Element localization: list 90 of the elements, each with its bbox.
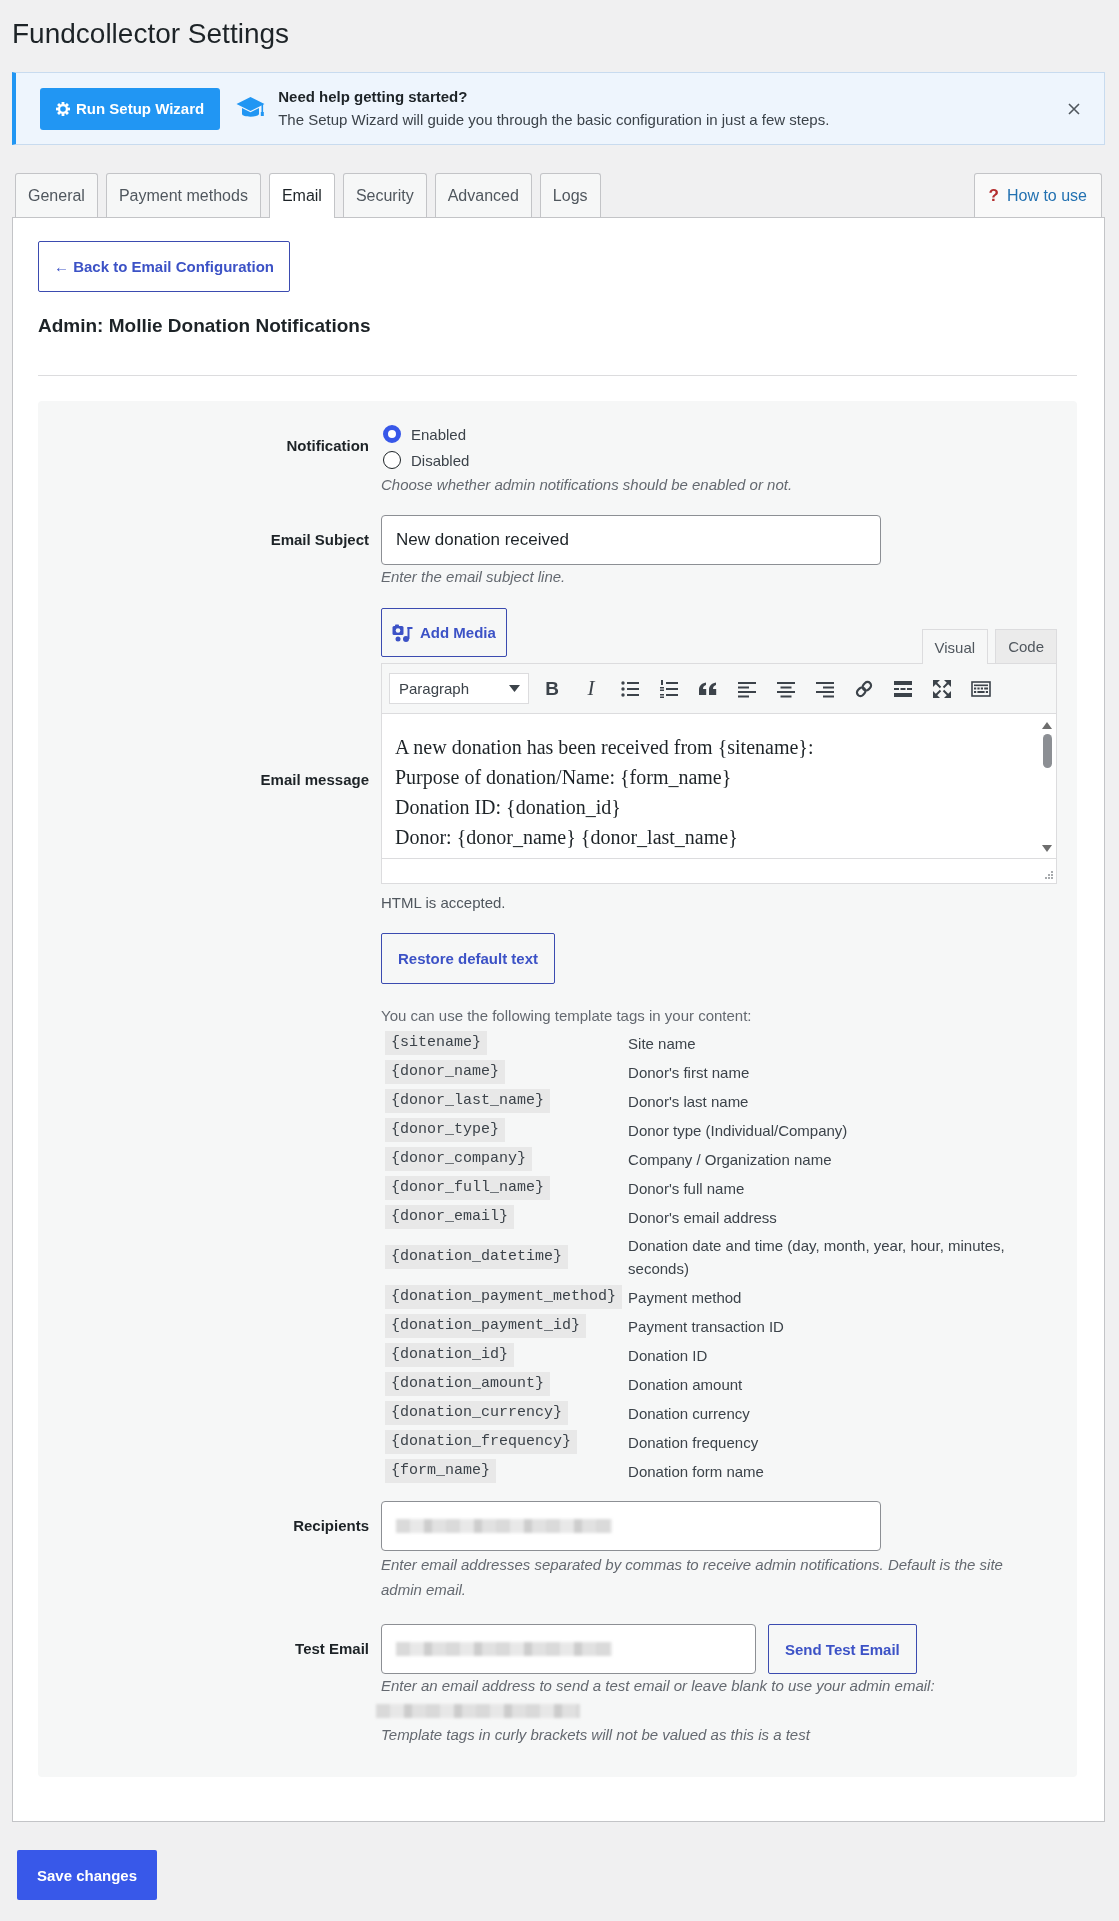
template-tag: {donation_datetime}: [385, 1245, 569, 1269]
tag-description: Donation currency: [628, 1403, 751, 1424]
banner-heading: Need help getting started?: [278, 87, 469, 107]
tag-description: Donor's first name: [628, 1062, 751, 1083]
scrollbar-thumb[interactable]: [1042, 734, 1052, 768]
tag-description: Donation form name: [628, 1461, 765, 1482]
tag-description: Donation amount: [628, 1374, 744, 1395]
test-email-field[interactable]: [381, 1624, 756, 1674]
tag-description: Donor's email address: [628, 1207, 778, 1228]
html-note: HTML is accepted.: [381, 893, 507, 913]
tag-description: Donation date and time (day, month, year, hour, minutes, seconds): [628, 1236, 1006, 1279]
settings-tab[interactable]: Advanced: [434, 173, 532, 217]
settings-tab[interactable]: Payment methods: [105, 173, 261, 217]
radio-label: Enabled: [411, 425, 467, 443]
keyboard-icon[interactable]: [971, 678, 991, 699]
how-to-use-link[interactable]: ? How to use: [973, 173, 1102, 217]
banner-text: The Setup Wizard will guide you through the basic configuration in just a few steps.: [278, 110, 830, 130]
resize-grip-icon[interactable]: [1044, 871, 1053, 880]
template-tag: {donation_frequency}: [385, 1430, 578, 1454]
tag-description: Donation frequency: [628, 1432, 760, 1453]
message-line: Donation ID: {donation_id}: [395, 795, 622, 820]
close-icon[interactable]: [1068, 102, 1080, 115]
tag-description: Donor's last name: [628, 1091, 750, 1112]
template-tag: {donation_id}: [385, 1343, 515, 1367]
recipients-field[interactable]: [381, 1501, 881, 1551]
field-description: Enter email addresses separated by commas to receive admin notifications. Default is the site admin email.: [381, 1555, 1004, 1600]
restore-default-button[interactable]: Restore default text: [381, 933, 556, 984]
gear-icon: [56, 101, 70, 116]
template-tag: {donor_name}: [385, 1060, 506, 1084]
field-label: Email Subject: [270, 530, 369, 550]
italic-button[interactable]: I: [576, 673, 606, 704]
numbered-list-icon[interactable]: [659, 678, 679, 699]
template-tag: {donation_payment_method}: [385, 1285, 623, 1309]
field-description: Choose whether admin notifications should be enabled or not.: [381, 475, 794, 495]
template-tag: {donor_email}: [385, 1205, 515, 1229]
field-label: Test Email: [295, 1639, 369, 1659]
subject-field[interactable]: New donation received: [381, 515, 881, 565]
tag-description: Payment method: [628, 1287, 743, 1308]
message-line: Donor: {donor_name} {donor_last_name}: [395, 825, 739, 850]
bold-button[interactable]: B: [537, 673, 567, 704]
radio-button[interactable]: [383, 451, 401, 469]
page-title: Fundcollector Settings: [12, 17, 291, 51]
scroll-down-icon[interactable]: [1042, 845, 1052, 852]
template-tag: {sitename}: [385, 1031, 487, 1055]
tag-description: Donor's full name: [628, 1178, 746, 1199]
message-line: A new donation has been received from {sitename}:: [395, 735, 815, 760]
caret-icon: [509, 685, 520, 692]
save-changes-button[interactable]: Save changes: [17, 1850, 158, 1900]
scroll-up-icon[interactable]: [1042, 722, 1052, 729]
editor-mode-tab[interactable]: Code: [995, 629, 1057, 663]
link-icon[interactable]: [854, 678, 874, 699]
message-line: Purpose of donation/Name: {form_name}: [395, 765, 733, 791]
template-tag: {form_name}: [385, 1459, 497, 1483]
bullet-list-icon[interactable]: [620, 678, 640, 699]
template-tag: {donation_amount}: [385, 1372, 551, 1396]
question-mark-icon: ?: [988, 185, 999, 206]
settings-tab[interactable]: General: [15, 173, 98, 217]
template-tag: {donor_type}: [385, 1118, 506, 1142]
send-test-email-button[interactable]: Send Test Email: [768, 1624, 917, 1674]
tag-description: Donor type (Individual/Company): [628, 1120, 849, 1141]
radio-button[interactable]: [383, 425, 401, 443]
template-tag: {donor_last_name}: [385, 1089, 551, 1113]
field-label: Email message: [260, 770, 369, 790]
field-description: Enter an email address to send a test email or leave blank to use your admin email:: [381, 1676, 936, 1696]
expand-arrows-icon[interactable]: [932, 678, 952, 699]
tags-intro: You can use the following template tags in your content:: [381, 1006, 753, 1026]
format-dropdown[interactable]: Paragraph: [389, 673, 529, 704]
tag-description: Site name: [628, 1033, 697, 1054]
section-heading: Admin: Mollie Donation Notifications: [38, 314, 372, 338]
add-media-button[interactable]: Add Media: [381, 608, 507, 657]
template-tag: {donor_company}: [385, 1147, 533, 1171]
message-editor[interactable]: A new donation has been received from {sitename}: Purpose of donation/Name: {form_name} Donation ID: {donation_id} Donor: {donor_name} {donor_last_name}: [381, 714, 1057, 858]
field-description: Template tags in curly brackets will not be valued as this is a test: [381, 1724, 812, 1745]
settings-tab[interactable]: Security: [342, 173, 427, 217]
field-label: Recipients: [293, 1516, 369, 1536]
template-tag: {donor_full_name}: [385, 1176, 551, 1200]
template-tag: {donation_currency}: [385, 1401, 569, 1425]
horizontal-bars-icon[interactable]: [893, 678, 913, 699]
settings-tab[interactable]: Logs: [539, 173, 601, 217]
radio-label: Disabled: [411, 451, 470, 469]
back-button[interactable]: ← Back to Email Configuration: [38, 241, 291, 292]
template-tag: {donation_payment_id}: [385, 1314, 587, 1338]
field-label: Notification: [286, 436, 369, 456]
tag-description: Company / Organization name: [628, 1149, 833, 1170]
tag-description: Donation ID: [628, 1345, 709, 1366]
media-icon: [392, 622, 413, 643]
settings-tab[interactable]: Email: [268, 173, 335, 218]
editor-mode-tab[interactable]: Visual: [921, 629, 989, 664]
tag-description: Payment transaction ID: [628, 1316, 785, 1337]
field-description: Enter the email subject line.: [381, 567, 567, 587]
